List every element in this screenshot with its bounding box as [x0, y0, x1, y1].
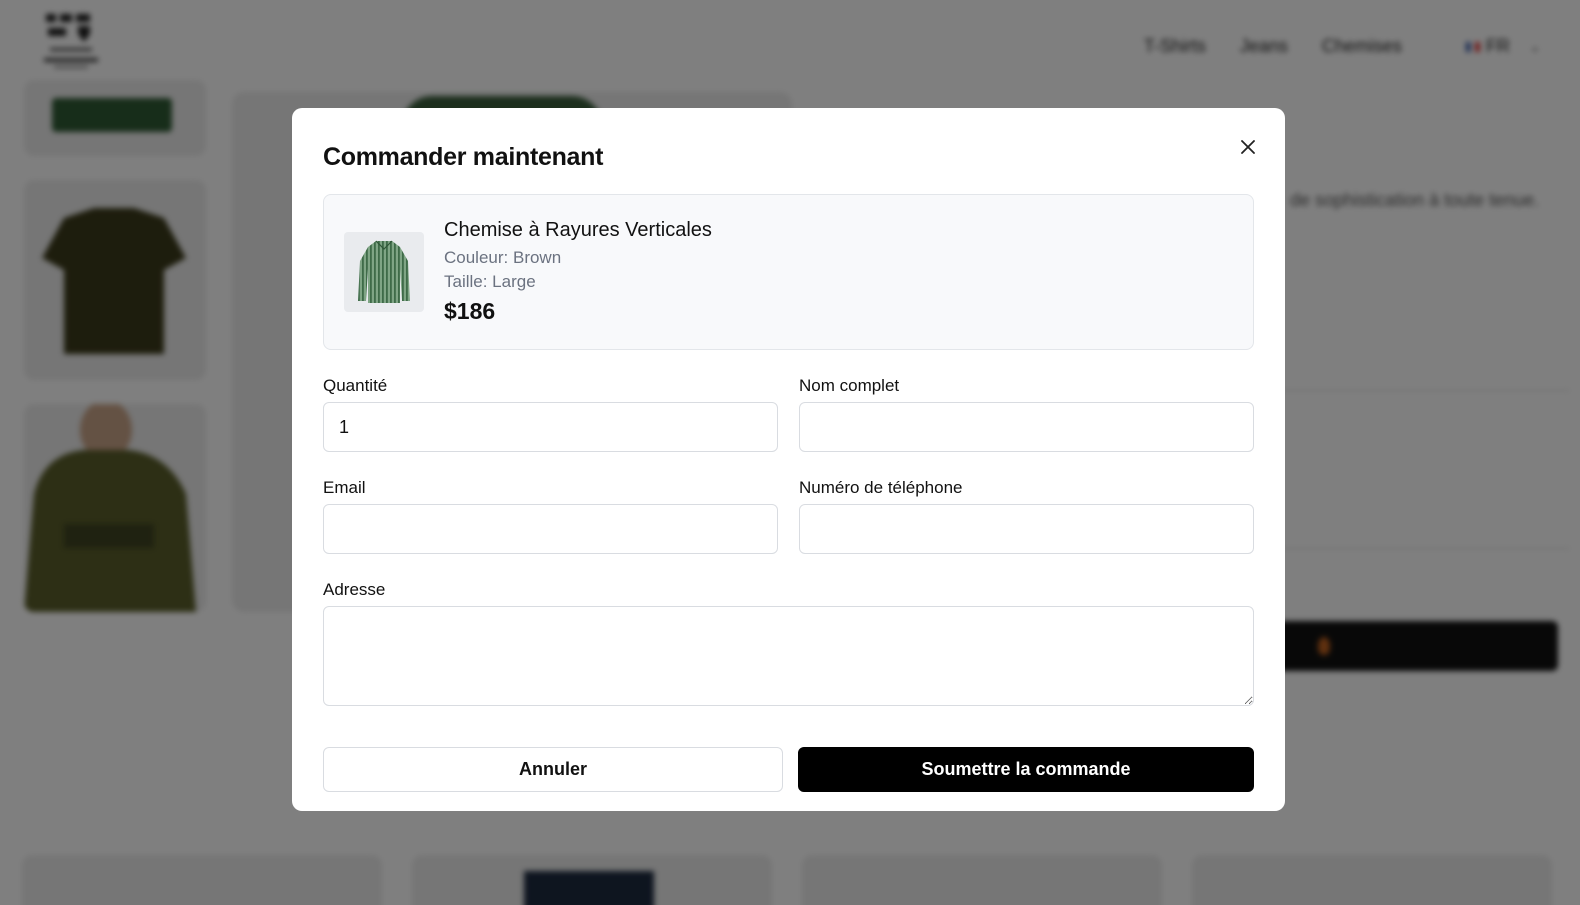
product-thumbnail [344, 232, 424, 312]
order-modal: Commander maintenant Chemise à Rayures V… [292, 108, 1285, 811]
product-size: Taille: Large [444, 272, 536, 291]
email-input[interactable] [323, 504, 778, 554]
modal-actions: Annuler Soumettre la commande [323, 747, 1254, 792]
address-label: Adresse [323, 580, 386, 599]
phone-field: Numéro de téléphone [799, 478, 1254, 554]
submit-order-button[interactable]: Soumettre la commande [798, 747, 1254, 792]
order-form: Quantité Nom complet Email Numéro de tél… [323, 376, 1254, 554]
fullname-label: Nom complet [799, 376, 900, 395]
cancel-button[interactable]: Annuler [323, 747, 783, 792]
address-field: Adresse [323, 580, 1254, 711]
fullname-input[interactable] [799, 402, 1254, 452]
product-price: $186 [444, 298, 496, 324]
modal-title: Commander maintenant [323, 143, 604, 171]
quantity-label: Quantité [323, 376, 388, 395]
phone-input[interactable] [799, 504, 1254, 554]
phone-label: Numéro de téléphone [799, 478, 963, 497]
close-button[interactable] [1237, 136, 1259, 158]
fullname-field: Nom complet [799, 376, 1254, 452]
email-field: Email [323, 478, 778, 554]
quantity-field: Quantité [323, 376, 778, 452]
email-label: Email [323, 478, 366, 497]
product-summary: Chemise à Rayures Verticales Couleur: Br… [323, 194, 1254, 350]
product-name: Chemise à Rayures Verticales [444, 219, 712, 241]
address-textarea[interactable] [323, 606, 1254, 706]
close-icon [1241, 140, 1255, 154]
product-color: Couleur: Brown [444, 248, 562, 267]
quantity-input[interactable] [323, 402, 778, 452]
